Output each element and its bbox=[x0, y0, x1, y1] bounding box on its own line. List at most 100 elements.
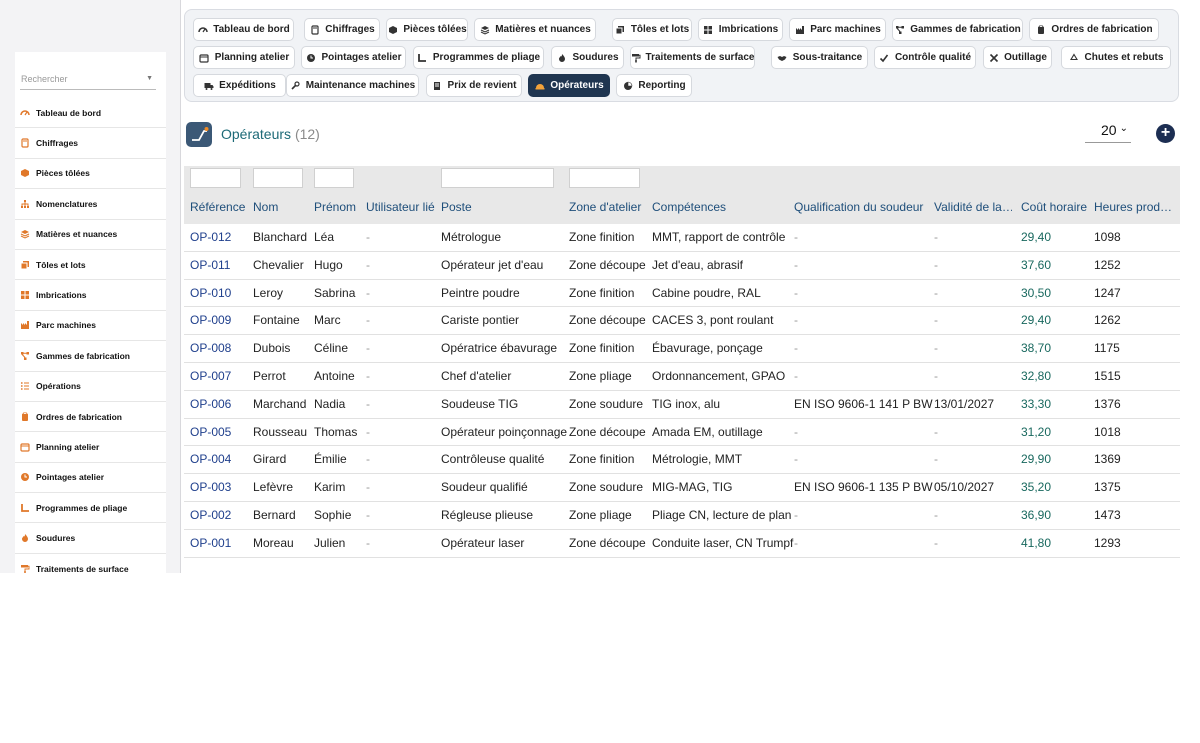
column-header[interactable]: Zone d'atelier bbox=[569, 200, 649, 214]
tab-traitements-de-surface[interactable]: Traitements de surface bbox=[630, 46, 755, 69]
table-row[interactable]: OP-010 Leroy Sabrina - Peintre poudre Zone fi… bbox=[184, 280, 1180, 308]
reference-link[interactable]: OP-009 bbox=[190, 307, 231, 334]
filter-zone[interactable] bbox=[569, 168, 640, 188]
column-header[interactable]: Coût horaire bbox=[1021, 200, 1091, 214]
filter-prenom[interactable] bbox=[314, 168, 354, 188]
table-cell: Zone soudure bbox=[569, 480, 644, 495]
tab-soudures[interactable]: Soudures bbox=[551, 46, 624, 69]
sidebar-item-parc-machines[interactable]: Parc machines bbox=[15, 311, 166, 342]
column-header[interactable]: Validité de la… bbox=[934, 200, 1012, 214]
tab-pi-ces-t-l-es[interactable]: Pièces tôlées bbox=[386, 18, 468, 41]
table-row[interactable]: OP-008 Dubois Céline - Opératrice ébavurage Z… bbox=[184, 335, 1180, 363]
table-cell: 1376 bbox=[1094, 396, 1121, 411]
tab-ordres-de-fabrication[interactable]: Ordres de fabrication bbox=[1029, 18, 1159, 41]
reference-link[interactable]: OP-002 bbox=[190, 502, 231, 529]
caret-down-icon[interactable]: ▼ bbox=[146, 70, 153, 88]
column-header[interactable]: Qualification du soudeur bbox=[794, 200, 931, 214]
tab-exp-ditions[interactable]: Expéditions bbox=[193, 74, 286, 97]
add-operator-button[interactable]: + bbox=[1156, 124, 1175, 143]
table-row[interactable]: OP-005 Rousseau Thomas - Opérateur poinçonna… bbox=[184, 419, 1180, 447]
filter-reference[interactable] bbox=[190, 168, 241, 188]
reference-link[interactable]: OP-010 bbox=[190, 280, 231, 307]
reference-link[interactable]: OP-012 bbox=[190, 224, 231, 251]
hardhat-icon bbox=[534, 80, 545, 91]
sidebar-item-soudures[interactable]: Soudures bbox=[15, 523, 166, 554]
tab-parc-machines[interactable]: Parc machines bbox=[789, 18, 886, 41]
sidebar-item-op-rations[interactable]: Opérations bbox=[15, 372, 166, 402]
tab-t-les-et-lots[interactable]: Tôles et lots bbox=[612, 18, 692, 41]
tab-op-rateurs[interactable]: Opérateurs bbox=[528, 74, 610, 97]
table-row[interactable]: OP-012 Blanchard Léa - Métrologue Zone finiti… bbox=[184, 224, 1180, 252]
sidebar-item-pi-ces-t-l-es[interactable]: Pièces tôlées bbox=[15, 159, 166, 190]
tab-prix-de-revient[interactable]: Prix de revient bbox=[426, 74, 522, 97]
tab-pointages-atelier[interactable]: Pointages atelier bbox=[301, 46, 406, 69]
tab-outillage[interactable]: Outillage bbox=[983, 46, 1052, 69]
sidebar-item-gammes-de-fabrication[interactable]: Gammes de fabrication bbox=[15, 341, 166, 372]
tab-gammes-de-fabrication[interactable]: Gammes de fabrication bbox=[892, 18, 1023, 41]
filter-nom[interactable] bbox=[253, 168, 303, 188]
tab-reporting[interactable]: Reporting bbox=[616, 74, 692, 97]
reference-link[interactable]: OP-001 bbox=[190, 530, 231, 557]
column-header[interactable]: Compétences bbox=[652, 200, 792, 214]
tab-label: Chutes et rebuts bbox=[1084, 52, 1164, 63]
table-cell: - bbox=[934, 424, 938, 439]
table-row[interactable]: OP-009 Fontaine Marc - Cariste pontier Zone d… bbox=[184, 307, 1180, 336]
tab-imbrications[interactable]: Imbrications bbox=[698, 18, 783, 41]
table-cell: Soudeur qualifié bbox=[441, 480, 528, 495]
sidebar-item-pointages-atelier[interactable]: Pointages atelier bbox=[15, 463, 166, 494]
reference-link[interactable]: OP-008 bbox=[190, 335, 231, 362]
tab-planning-atelier[interactable]: Planning atelier bbox=[193, 46, 295, 69]
table-row[interactable]: OP-002 Bernard Sophie - Régleuse plieuse Zone… bbox=[184, 502, 1180, 530]
tab-programmes-de-pliage[interactable]: Programmes de pliage bbox=[413, 46, 544, 69]
table-cell: - bbox=[366, 313, 370, 328]
sidebar-item-mati-res-et-nuances[interactable]: Matières et nuances bbox=[15, 220, 166, 250]
column-header[interactable]: Nom bbox=[253, 200, 311, 214]
sidebar-item-imbrications[interactable]: Imbrications bbox=[15, 280, 166, 311]
table-row[interactable]: OP-006 Marchand Nadia - Soudeuse TIG Zone sou… bbox=[184, 391, 1180, 419]
reference-link[interactable]: OP-006 bbox=[190, 391, 231, 418]
tab-sous-traitance[interactable]: Sous-traitance bbox=[771, 46, 868, 69]
tab-tableau-de-bord[interactable]: Tableau de bord bbox=[193, 18, 294, 41]
factory-icon bbox=[20, 320, 30, 330]
table-row[interactable]: OP-011 Chevalier Hugo - Opérateur jet d'eau Z… bbox=[184, 252, 1180, 280]
reference-link[interactable]: OP-011 bbox=[190, 252, 230, 279]
column-header[interactable]: Prénom bbox=[314, 200, 364, 214]
column-header[interactable]: Référence bbox=[190, 200, 250, 214]
search-select[interactable]: Rechercher ▼ bbox=[20, 70, 156, 90]
box-icon bbox=[20, 168, 30, 178]
sidebar-item-tableau-de-bord[interactable]: Tableau de bord bbox=[15, 98, 166, 129]
column-header[interactable]: Heures prod… bbox=[1094, 200, 1174, 214]
table-cell: 41,80 bbox=[1021, 535, 1052, 550]
sidebar-item-t-les-et-lots[interactable]: Tôles et lots bbox=[15, 250, 166, 281]
sidebar-item-label: Tableau de bord bbox=[36, 107, 102, 118]
sidebar-item-programmes-de-pliage[interactable]: Programmes de pliage bbox=[15, 493, 166, 524]
column-header[interactable]: Poste bbox=[441, 200, 566, 214]
tab-chiffrages[interactable]: Chiffrages bbox=[304, 18, 380, 41]
reference-link[interactable]: OP-003 bbox=[190, 474, 231, 501]
tab-mati-res-et-nuances[interactable]: Matières et nuances bbox=[474, 18, 596, 41]
reference-link[interactable]: OP-007 bbox=[190, 363, 231, 390]
tab-contr-le-qualit-[interactable]: Contrôle qualité bbox=[874, 46, 976, 69]
reference-link[interactable]: OP-004 bbox=[190, 446, 231, 473]
table-cell: 32,80 bbox=[1021, 369, 1052, 383]
sidebar-item-traitements-de-surface[interactable]: Traitements de surface bbox=[15, 554, 166, 573]
table-row[interactable]: OP-004 Girard Émilie - Contrôleuse qualité Zo… bbox=[184, 446, 1180, 475]
tab-label: Prix de revient bbox=[447, 80, 517, 91]
table-row[interactable]: OP-001 Moreau Julien - Opérateur laser Zone d… bbox=[184, 530, 1180, 558]
sidebar-item-chiffrages[interactable]: Chiffrages bbox=[15, 128, 166, 159]
per-page-select[interactable]: 20 ⌄ bbox=[1085, 122, 1131, 143]
table-row[interactable]: OP-003 Lefèvre Karim - Soudeur qualifié Zone … bbox=[184, 474, 1180, 502]
tab-chutes-et-rebuts[interactable]: Chutes et rebuts bbox=[1061, 46, 1171, 69]
table-row[interactable]: OP-007 Perrot Antoine - Chef d'atelier Zone p… bbox=[184, 363, 1180, 391]
sidebar-item-nomenclatures[interactable]: Nomenclatures bbox=[15, 189, 166, 220]
tab-label: Outillage bbox=[1004, 52, 1047, 63]
tab-maintenance-machines[interactable]: Maintenance machines bbox=[286, 74, 419, 97]
sidebar-item-planning-atelier[interactable]: Planning atelier bbox=[15, 432, 166, 463]
table-cell: - bbox=[934, 285, 938, 300]
reference-link[interactable]: OP-005 bbox=[190, 419, 231, 446]
table-header bbox=[184, 166, 1180, 224]
filter-poste[interactable] bbox=[441, 168, 554, 188]
column-header[interactable]: Utilisateur lié bbox=[366, 200, 438, 214]
operators-table: Référence Nom Prénom Utilisateur lié Poste Zo… bbox=[184, 166, 1180, 558]
sidebar-item-ordres-de-fabrication[interactable]: Ordres de fabrication bbox=[15, 402, 166, 433]
